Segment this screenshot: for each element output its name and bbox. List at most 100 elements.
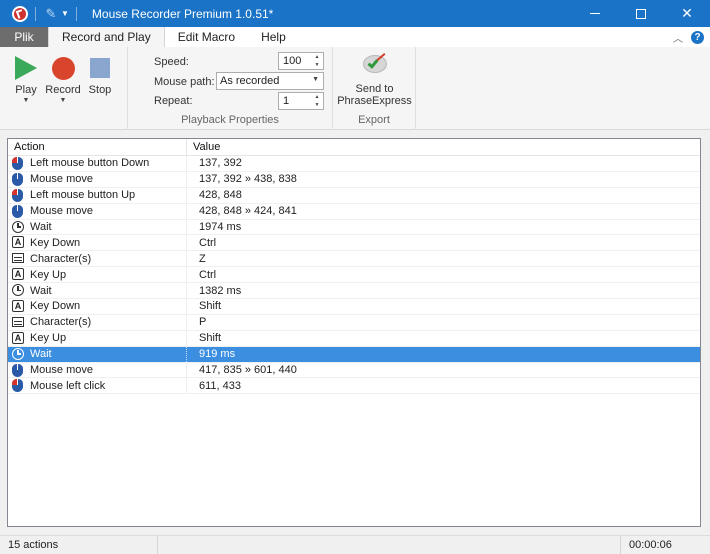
window-title: Mouse Recorder Premium 1.0.51*	[91, 6, 274, 21]
action-cell: Mouse move	[8, 171, 187, 187]
key-icon: A	[12, 331, 24, 345]
quick-access-dropdown-icon[interactable]: ▼	[61, 9, 69, 18]
column-header-action[interactable]: Action	[8, 139, 187, 155]
action-label: Wait	[30, 348, 52, 361]
chevron-down-icon: ▼	[59, 97, 67, 104]
action-cell: Character(s)	[8, 314, 187, 330]
minimize-button[interactable]	[572, 0, 618, 27]
clock-icon	[12, 284, 24, 297]
playback-buttons-group: Play ▼ Record ▼ Stop	[0, 47, 128, 130]
table-row[interactable]: A Key Down Shift	[8, 299, 700, 315]
chevron-down-icon: ▼	[22, 97, 30, 104]
table-row[interactable]: Character(s) Z	[8, 251, 700, 268]
record-icon	[51, 56, 75, 80]
mouse-left-icon	[12, 379, 24, 393]
table-row[interactable]: Mouse left click 611, 433	[8, 378, 700, 395]
action-label: Key Up	[30, 268, 67, 281]
table-row[interactable]: Mouse move 417, 835 » 601, 440	[8, 362, 700, 379]
mouse-path-select[interactable]: As recorded ▼	[216, 72, 324, 90]
action-label: Mouse move	[30, 205, 93, 218]
value-cell: Ctrl	[199, 268, 217, 281]
mouse-icon	[12, 363, 24, 377]
stop-button[interactable]: Stop	[81, 55, 119, 96]
table-row[interactable]: Wait 919 ms	[8, 346, 700, 363]
close-button[interactable]: ✕	[664, 0, 710, 27]
table-row[interactable]: Mouse move 428, 848 » 424, 841	[8, 203, 700, 220]
maximize-button[interactable]	[618, 0, 664, 27]
table-row[interactable]: A Key Down Ctrl	[8, 235, 700, 252]
speed-stepper[interactable]: 100 ▲ ▼	[278, 52, 324, 70]
action-label: Wait	[30, 284, 52, 297]
table-row[interactable]: A Key Up Ctrl	[8, 267, 700, 284]
record-button[interactable]: Record ▼	[44, 55, 82, 104]
repeat-stepper[interactable]: 1 ▲ ▼	[278, 92, 324, 110]
action-cell: A Key Down	[8, 235, 187, 251]
clock-icon	[12, 220, 24, 234]
play-button[interactable]: Play ▼	[7, 55, 45, 104]
table-row[interactable]: Wait 1382 ms	[8, 283, 700, 300]
mouse-path-label: Mouse path:	[154, 76, 215, 88]
value-cell: 611, 433	[199, 379, 242, 392]
action-cell: Mouse left click	[8, 378, 187, 394]
column-header-value[interactable]: Value	[187, 139, 220, 155]
value-cell: 1974 ms	[199, 221, 242, 233]
table-row[interactable]: A Key Up Shift	[8, 330, 700, 347]
action-cell: Left mouse button Up	[8, 187, 187, 203]
action-cell: A Key Up	[8, 330, 187, 346]
table-row[interactable]: Wait 1974 ms	[8, 219, 700, 236]
value-cell: 137, 392	[199, 157, 242, 170]
play-label: Play	[15, 84, 37, 96]
action-label: Left mouse button Up	[30, 189, 136, 202]
action-label: Mouse move	[30, 364, 93, 377]
value-cell: 1382 ms	[199, 284, 242, 297]
mouse-left-icon	[12, 156, 24, 170]
action-list[interactable]: Action Value Left mouse button Down 137, …	[7, 138, 701, 527]
value-cell: 428, 848	[199, 189, 242, 202]
action-cell: A Key Down	[8, 299, 187, 314]
value-cell: Z	[199, 252, 206, 265]
action-cell: Wait	[8, 283, 187, 299]
pin-icon[interactable]: ✎	[43, 6, 59, 22]
repeat-value: 1	[283, 95, 290, 107]
table-row[interactable]: Mouse move 137, 392 » 438, 838	[8, 171, 700, 188]
table-row[interactable]: Left mouse button Up 428, 848	[8, 187, 700, 204]
action-label: Key Up	[30, 332, 67, 345]
stepper-arrows-icon[interactable]: ▲ ▼	[311, 93, 323, 109]
title-bar: ✎ ▼ Mouse Recorder Premium 1.0.51* ✕	[0, 0, 710, 27]
action-count: 15 actions	[0, 536, 158, 554]
speed-label: Speed:	[154, 56, 189, 68]
help-icon[interactable]: ?	[691, 31, 704, 44]
value-cell: 428, 848 » 424, 841	[199, 205, 297, 218]
duration: 00:00:06	[620, 536, 672, 554]
tab-help[interactable]: Help	[248, 27, 299, 47]
tab-file[interactable]: Plik	[0, 27, 48, 47]
tab-record-and-play[interactable]: Record and Play	[48, 27, 165, 47]
tab-edit-macro[interactable]: Edit Macro	[165, 27, 248, 47]
value-cell: 919 ms	[199, 348, 236, 361]
title-separator	[75, 6, 77, 21]
collapse-ribbon-icon[interactable]: ︿	[673, 30, 683, 45]
app-icon[interactable]	[12, 5, 28, 22]
value-cell: Shift	[199, 300, 222, 313]
mouse-icon	[12, 172, 24, 186]
action-cell: Wait	[8, 219, 187, 235]
phraseexpress-icon	[361, 53, 389, 79]
table-row[interactable]: Left mouse button Down 137, 392	[8, 156, 700, 172]
playback-properties-group: Speed: 100 ▲ ▼ Mouse path: As recorded ▼ …	[128, 47, 333, 130]
key-icon: A	[12, 236, 24, 249]
speed-value: 100	[283, 55, 302, 67]
list-header: Action Value	[8, 139, 700, 156]
table-row[interactable]: Character(s) P	[8, 314, 700, 331]
mouse-icon	[12, 204, 24, 218]
action-cell: Character(s)	[8, 251, 187, 267]
stepper-arrows-icon[interactable]: ▲ ▼	[311, 53, 323, 69]
export-label: Export	[358, 114, 390, 126]
mouse-left-icon	[12, 188, 24, 202]
action-label: Key Down	[30, 236, 81, 249]
playback-properties-label: Playback Properties	[181, 114, 279, 126]
play-icon	[15, 56, 37, 80]
phraseexpress-label: PhraseExpress	[337, 95, 412, 107]
send-to-phraseexpress-button[interactable]: Send to PhraseExpress	[333, 53, 416, 107]
action-cell: Mouse move	[8, 362, 187, 378]
action-cell: A Key Up	[8, 267, 187, 283]
